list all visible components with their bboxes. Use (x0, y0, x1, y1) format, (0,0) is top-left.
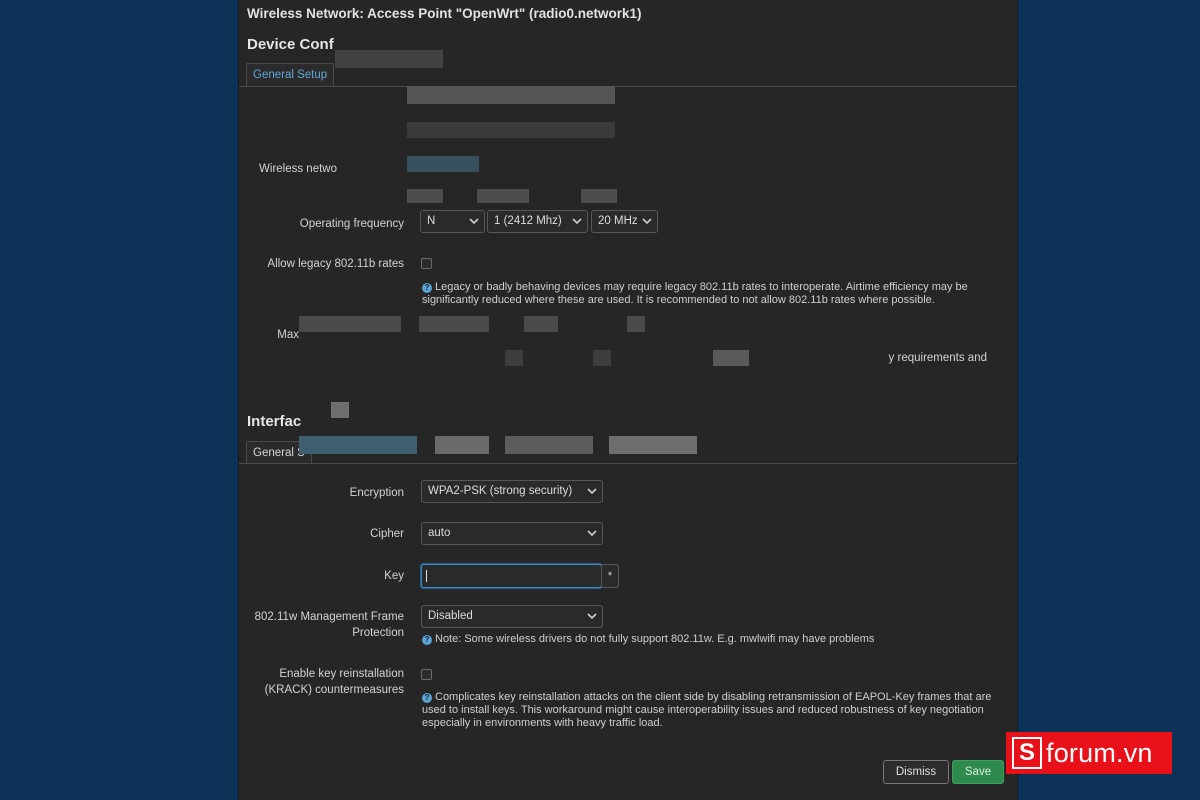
cipher-select[interactable]: auto (421, 522, 603, 545)
width-value: 20 MHz (598, 215, 638, 227)
help-icon: ? (422, 635, 432, 645)
channel-value: 1 (2412 Mhz) (494, 215, 562, 227)
save-button[interactable]: Save (952, 760, 1004, 784)
cipher-value: auto (428, 527, 451, 539)
modal-title: Wireless Network: Access Point "OpenWrt"… (247, 6, 642, 21)
key-input[interactable] (421, 564, 602, 588)
redacted-area (477, 189, 529, 203)
chevron-down-icon (587, 488, 597, 495)
redacted-area (524, 316, 558, 332)
reveal-password-button[interactable]: * (601, 564, 619, 588)
redacted-area (407, 189, 443, 203)
krack-help: ? Complicates key reinstallation attacks … (422, 691, 992, 730)
redacted-area (407, 86, 615, 104)
krack-label: Enable key reinstallation (KRACK) counte… (249, 666, 404, 698)
legacy-rates-label: Allow legacy 802.11b rates (267, 258, 404, 270)
wireless-network-label: Wireless netwo (259, 163, 337, 175)
mfp-label-line2: Protection (352, 627, 404, 639)
krack-help-text: Complicates key reinstallation attacks o… (422, 691, 992, 729)
encryption-value: WPA2-PSK (strong security) (428, 485, 573, 497)
text-caret (426, 570, 427, 582)
redacted-area (593, 350, 611, 366)
legacy-rates-checkbox[interactable] (421, 258, 432, 269)
operating-frequency-label: Operating frequency (299, 218, 404, 230)
chevron-down-icon (642, 218, 652, 225)
redacted-area (419, 316, 489, 332)
cipher-label: Cipher (370, 528, 404, 540)
redacted-area (299, 436, 417, 454)
sforum-watermark-logo: S forum.vn (1006, 732, 1172, 774)
krack-checkbox[interactable] (421, 669, 432, 680)
partial-help-text: y requirements and (888, 352, 987, 364)
redacted-area (331, 402, 349, 418)
logo-mark: S (1012, 737, 1042, 769)
redacted-area (713, 350, 749, 366)
redacted-area (435, 436, 489, 454)
width-select[interactable]: 20 MHz (591, 210, 658, 233)
mfp-label: 802.11w Management Frame Protection (249, 609, 404, 641)
chevron-down-icon (572, 218, 582, 225)
logo-text: forum.vn (1046, 737, 1153, 768)
redacted-area (407, 156, 479, 172)
krack-label-line2: (KRACK) countermeasures (264, 684, 404, 696)
redacted-area (505, 436, 593, 454)
chevron-down-icon (469, 218, 479, 225)
channel-select[interactable]: 1 (2412 Mhz) (487, 210, 588, 233)
dismiss-button[interactable]: Dismiss (883, 760, 949, 784)
legacy-rates-help: ? Legacy or badly behaving devices may re… (422, 281, 992, 307)
mode-value: N (427, 215, 436, 227)
mode-select[interactable]: N (420, 210, 485, 233)
mfp-label-line1: 802.11w Management Frame (254, 611, 404, 623)
chevron-down-icon (587, 613, 597, 620)
redacted-area (627, 316, 645, 332)
modal-dialog: Wireless Network: Access Point "OpenWrt"… (238, 0, 1018, 800)
mfp-value: Disabled (428, 610, 473, 622)
mfp-help-text: Note: Some wireless drivers do not fully… (435, 633, 875, 645)
encryption-label: Encryption (349, 487, 404, 499)
redacted-area (505, 350, 523, 366)
redacted-area (335, 50, 443, 68)
key-label: Key (384, 570, 404, 582)
device-configuration-title: Device Conf (247, 36, 334, 53)
mfp-help: ? Note: Some wireless drivers do not full… (422, 633, 992, 646)
legacy-rates-help-text: Legacy or badly behaving devices may req… (422, 281, 968, 306)
max-label: Max (277, 329, 299, 341)
tab-divider (239, 86, 1017, 87)
redacted-area (299, 316, 401, 332)
help-icon: ? (422, 283, 432, 293)
tab-general-setup[interactable]: General Setup (246, 63, 335, 86)
chevron-down-icon (587, 530, 597, 537)
redacted-area (609, 436, 697, 454)
mfp-select[interactable]: Disabled (421, 605, 603, 628)
encryption-select[interactable]: WPA2-PSK (strong security) (421, 480, 603, 503)
redacted-area (581, 189, 617, 203)
redacted-area (407, 122, 615, 138)
krack-label-line1: Enable key reinstallation (279, 668, 404, 680)
tab-divider (239, 463, 1017, 464)
help-icon: ? (422, 693, 432, 703)
interface-configuration-title: Interfac (247, 413, 302, 430)
